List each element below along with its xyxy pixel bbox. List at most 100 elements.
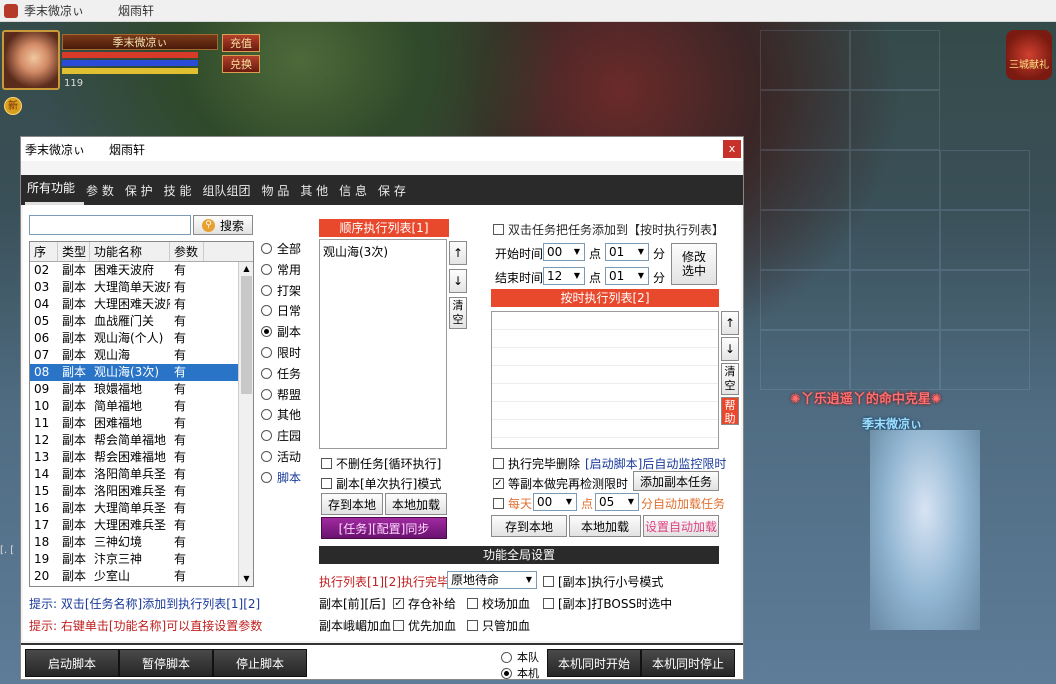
arena-heal-checkbox[interactable]	[467, 598, 478, 609]
tab-info[interactable]: 信 息	[337, 175, 376, 205]
daily-option[interactable]: 每天	[493, 495, 532, 512]
radio-dot[interactable]	[261, 326, 272, 338]
table-row[interactable]: 16 副本 大理简单兵圣有	[30, 500, 253, 517]
table-row[interactable]: 19 副本 汴京三神 有	[30, 551, 253, 568]
start-hour-select[interactable]: 00 ▼	[543, 243, 585, 261]
priority-heal-option[interactable]: 优先加血	[393, 617, 456, 634]
category-radio[interactable]: 打架	[261, 281, 313, 302]
radio-dot[interactable]	[261, 367, 272, 379]
radio-dot[interactable]	[261, 450, 272, 462]
timed-down-button[interactable]: ↓	[721, 337, 739, 361]
single-mode-option[interactable]: 副本[单次执行]模式	[321, 475, 441, 492]
tab-save[interactable]: 保 存	[376, 175, 415, 205]
table-row[interactable]: 18 副本 三神幻境 有	[30, 534, 253, 551]
tab-team[interactable]: 组队组团	[201, 175, 260, 205]
seq-down-button[interactable]: ↓	[449, 269, 467, 293]
category-radio[interactable]: 脚本	[261, 468, 313, 489]
daily-checkbox[interactable]	[493, 498, 504, 509]
end-hour-select[interactable]: 12 ▼	[543, 267, 585, 285]
no-delete-option[interactable]: 不删任务[循环执行]	[321, 455, 441, 472]
category-radio[interactable]: 限时	[261, 343, 313, 364]
tab-protect[interactable]: 保 护	[123, 175, 162, 205]
category-radio[interactable]: 活动	[261, 447, 313, 468]
radio-dot[interactable]	[261, 305, 272, 317]
timed-save-button[interactable]: 存到本地	[491, 515, 567, 537]
category-radio[interactable]: 常用	[261, 260, 313, 281]
boss-select-option[interactable]: [副本]打BOSS时选中	[543, 595, 672, 612]
priority-heal-checkbox[interactable]	[393, 620, 404, 631]
end-min-select[interactable]: 01 ▼	[605, 267, 649, 285]
scroll-thumb[interactable]	[241, 276, 252, 394]
help-button[interactable]: 帮助	[721, 397, 739, 425]
table-row[interactable]: 14 副本 洛阳简单兵圣有	[30, 466, 253, 483]
table-row[interactable]: 04 副本 大理困难天波府有	[30, 296, 253, 313]
seq-load-button[interactable]: 本地加载	[385, 493, 447, 515]
exec-done-select[interactable]: 原地待命 ▼	[447, 571, 537, 589]
no-delete-checkbox[interactable]	[321, 458, 332, 469]
seq-clear-button[interactable]: 清空	[449, 297, 467, 329]
tab-items[interactable]: 物 品	[260, 175, 299, 205]
table-row[interactable]: 13 副本 帮会困难福地有	[30, 449, 253, 466]
gift-icon[interactable]: 三城献礼	[1006, 30, 1052, 80]
only-heal-checkbox[interactable]	[467, 620, 478, 631]
col-param[interactable]: 参数	[170, 242, 204, 261]
exchange-button[interactable]: 兑换	[222, 55, 260, 73]
category-radio[interactable]: 副本	[261, 322, 313, 343]
category-radio[interactable]: 任务	[261, 364, 313, 385]
radio-dot[interactable]	[261, 409, 272, 421]
local-radio-dot[interactable]	[501, 667, 512, 679]
timed-clear-button[interactable]: 清空	[721, 363, 739, 395]
wait-dungeon-checkbox[interactable]: ✓	[493, 478, 504, 489]
table-row[interactable]: 08 副本 观山海(3次) 有	[30, 364, 253, 381]
player-avatar[interactable]	[2, 30, 60, 90]
table-row[interactable]: 10 副本 简单福地 有	[30, 398, 253, 415]
single-mode-checkbox[interactable]	[321, 478, 332, 489]
table-row[interactable]: 11 副本 困难福地 有	[30, 415, 253, 432]
team-radio[interactable]: 本队	[501, 649, 539, 665]
dblclick-option[interactable]: 双击任务把任务添加到【按时执行列表】	[493, 221, 724, 238]
table-row[interactable]: 03 副本 大理简单天波府有	[30, 279, 253, 296]
tab-all[interactable]: 所有功能	[25, 175, 85, 205]
col-name[interactable]: 功能名称	[90, 242, 170, 261]
table-row[interactable]: 02 副本 困难天波府 有	[30, 262, 253, 279]
modify-selected-button[interactable]: 修改选中	[671, 243, 717, 285]
stop-script-button[interactable]: 停止脚本	[213, 649, 307, 677]
close-button[interactable]: x	[723, 140, 741, 158]
category-radio[interactable]: 其他	[261, 405, 313, 426]
sync-start-button[interactable]: 本机同时开始	[547, 649, 641, 677]
wait-dungeon-option[interactable]: ✓ 等副本做完再检测限时	[493, 475, 628, 492]
category-radio[interactable]: 庄园	[261, 426, 313, 447]
table-row[interactable]: 05 副本 血战雁门关 有	[30, 313, 253, 330]
table-row[interactable]: 09 副本 琅嬛福地 有	[30, 381, 253, 398]
radio-dot[interactable]	[261, 388, 272, 400]
new-badge[interactable]: 新	[4, 97, 22, 115]
radio-dot[interactable]	[261, 284, 272, 296]
character-figure[interactable]	[870, 430, 980, 630]
restock-checkbox[interactable]: ✓	[393, 598, 404, 609]
radio-dot[interactable]	[261, 346, 272, 358]
sync-stop-button[interactable]: 本机同时停止	[641, 649, 735, 677]
restock-option[interactable]: ✓ 存仓补给	[393, 595, 456, 612]
timed-up-button[interactable]: ↑	[721, 311, 739, 335]
team-radio-dot[interactable]	[501, 651, 512, 663]
search-button[interactable]: ⚲ 搜索	[193, 215, 253, 235]
boss-select-checkbox[interactable]	[543, 598, 554, 609]
radio-dot[interactable]	[261, 263, 272, 275]
local-radio[interactable]: 本机	[501, 665, 539, 681]
category-radio[interactable]: 全部	[261, 239, 313, 260]
small-mode-option[interactable]: [副本]执行小号模式	[543, 573, 663, 590]
arena-heal-option[interactable]: 校场加血	[467, 595, 530, 612]
set-auto-load-button[interactable]: 设置自动加载	[643, 515, 719, 537]
radio-dot[interactable]	[261, 430, 272, 442]
pause-script-button[interactable]: 暂停脚本	[119, 649, 213, 677]
scroll-up-icon[interactable]: ▲	[241, 264, 252, 273]
table-row[interactable]: 20 副本 少室山 有	[30, 568, 253, 585]
timed-load-button[interactable]: 本地加载	[569, 515, 641, 537]
col-type[interactable]: 类型	[58, 242, 90, 261]
scroll-down-icon[interactable]: ▼	[241, 574, 252, 583]
search-input[interactable]	[29, 215, 191, 235]
seq-up-button[interactable]: ↑	[449, 241, 467, 265]
small-mode-checkbox[interactable]	[543, 576, 554, 587]
only-heal-option[interactable]: 只管加血	[467, 617, 530, 634]
seq-save-button[interactable]: 存到本地	[321, 493, 383, 515]
